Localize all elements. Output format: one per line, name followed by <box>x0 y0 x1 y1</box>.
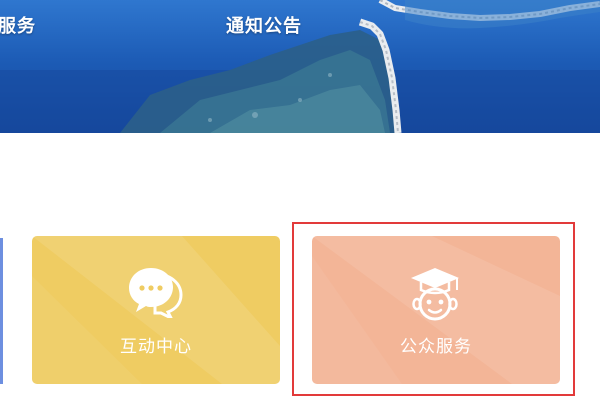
card-label: 互动中心 <box>120 337 192 357</box>
page: 服务 通知公告 互动中心 公众服务 <box>0 0 600 401</box>
card-public-services[interactable]: 公众服务 <box>312 236 560 384</box>
partial-card-edge[interactable] <box>0 238 3 384</box>
header-banner: 服务 通知公告 <box>0 0 600 133</box>
card-label: 公众服务 <box>400 337 472 357</box>
chat-bubbles-icon <box>129 268 183 318</box>
nav-item-notices[interactable]: 通知公告 <box>226 12 302 38</box>
nav-item-services[interactable]: 服务 <box>0 12 36 38</box>
card-interaction-center[interactable]: 互动中心 <box>32 236 280 384</box>
graduate-face-icon <box>411 268 459 321</box>
